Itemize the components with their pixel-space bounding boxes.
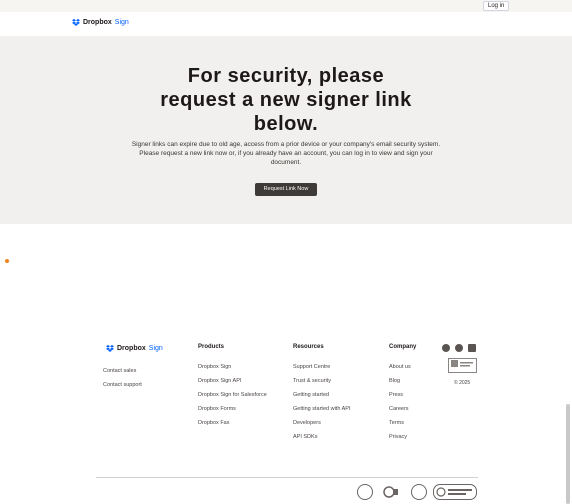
footer-heading: Company bbox=[389, 344, 417, 350]
footer-link[interactable]: Getting started with API bbox=[293, 405, 350, 419]
feedback-indicator[interactable] bbox=[5, 259, 9, 263]
footer-heading: Products bbox=[198, 344, 225, 350]
footer-link[interactable]: Getting started bbox=[293, 391, 350, 405]
footer-link[interactable]: Dropbox Forms bbox=[198, 405, 267, 419]
request-link-button[interactable]: Request Link Now bbox=[255, 183, 317, 196]
page-title: For security, please request a new signe… bbox=[136, 64, 436, 136]
footer-link[interactable]: Dropbox Sign bbox=[198, 363, 267, 377]
dropbox-sign-logo[interactable]: Dropbox Sign bbox=[72, 19, 129, 26]
footer-divider bbox=[96, 477, 478, 478]
login-link[interactable]: Log in bbox=[483, 1, 510, 11]
logo-product: Sign bbox=[148, 345, 163, 352]
description-line: Please request a new link now or, if you… bbox=[139, 150, 433, 157]
footer-link[interactable]: Dropbox Fax bbox=[198, 419, 267, 433]
footer-link[interactable]: Dropbox Sign API bbox=[198, 377, 267, 391]
footer-logo[interactable]: Dropbox Sign bbox=[106, 345, 163, 352]
footer-heading: Resources bbox=[293, 344, 324, 350]
footer-link[interactable]: Dropbox Sign for Salesforce bbox=[198, 391, 267, 405]
dropbox-logo-icon bbox=[72, 19, 80, 26]
footer-link[interactable]: API SDKs bbox=[293, 433, 350, 447]
security-seal-icon bbox=[411, 484, 427, 500]
top-bar: Log in bbox=[0, 0, 572, 12]
page-scrollbar[interactable] bbox=[566, 404, 570, 504]
description-line: document. bbox=[270, 159, 302, 166]
title-line: For security, please bbox=[187, 65, 385, 87]
certification-mark-icon bbox=[433, 484, 477, 500]
footer-link[interactable]: Trust & security bbox=[293, 377, 350, 391]
logo-brand: Dropbox bbox=[117, 345, 146, 352]
twitter-icon[interactable] bbox=[455, 344, 463, 352]
certification-badge bbox=[448, 358, 477, 373]
hero-description: Signer links can expire due to old age, … bbox=[80, 140, 492, 167]
footer-link[interactable]: Careers bbox=[389, 405, 416, 419]
title-line: request a new signer link bbox=[160, 89, 412, 111]
compliance-seal-icon bbox=[357, 484, 373, 500]
footer-link[interactable]: Developers bbox=[293, 419, 350, 433]
footer-resources-column: Resources Support Centre Trust & securit… bbox=[293, 344, 350, 447]
footer-link[interactable]: About us bbox=[389, 363, 416, 377]
footer-company-column: Company About us Blog Press Careers Term… bbox=[389, 344, 416, 447]
description-line: Signer links can expire due to old age, … bbox=[131, 141, 441, 148]
dropbox-logo-icon bbox=[106, 345, 114, 352]
contact-sales-link[interactable]: Contact sales bbox=[103, 367, 142, 381]
facebook-icon[interactable] bbox=[442, 344, 450, 352]
contact-support-link[interactable]: Contact support bbox=[103, 381, 142, 395]
site-header: Dropbox Sign bbox=[0, 12, 572, 36]
linkedin-icon[interactable] bbox=[468, 344, 476, 352]
footer-link[interactable]: Press bbox=[389, 391, 416, 405]
footer-products-column: Products Dropbox Sign Dropbox Sign API D… bbox=[198, 344, 267, 433]
compliance-logo-icon bbox=[382, 484, 400, 500]
logo-product: Sign bbox=[114, 19, 129, 26]
footer-link[interactable]: Privacy bbox=[389, 433, 416, 447]
footer-contact-column: Contact sales Contact support bbox=[103, 367, 142, 395]
copyright-text: © 2025 bbox=[454, 380, 471, 386]
hero-section: For security, please request a new signe… bbox=[0, 36, 572, 224]
footer-link[interactable]: Terms bbox=[389, 419, 416, 433]
footer-link[interactable]: Blog bbox=[389, 377, 416, 391]
title-line: below. bbox=[253, 113, 319, 135]
logo-brand: Dropbox bbox=[83, 19, 112, 26]
footer-link[interactable]: Support Centre bbox=[293, 363, 350, 377]
